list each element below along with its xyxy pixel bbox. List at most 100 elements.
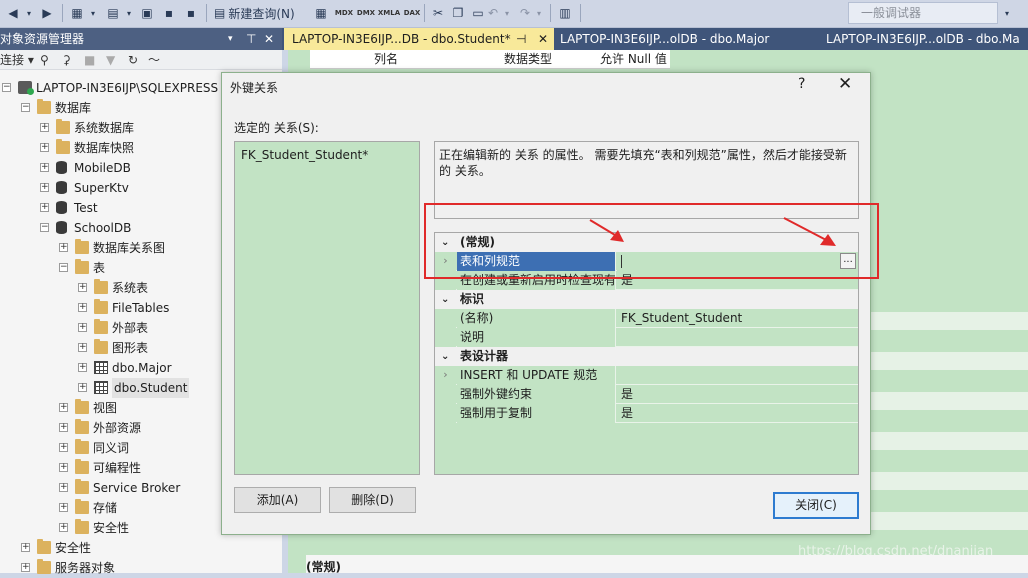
connect-icon[interactable]: ⚲ — [40, 50, 49, 70]
db-query-icon[interactable]: ▦ — [310, 2, 332, 24]
column-header-row: 列名 数据类型 允许 Null 值 — [310, 50, 670, 69]
property-description[interactable]: 说明 — [435, 328, 858, 347]
database-icon — [56, 161, 67, 174]
save-all-icon[interactable]: ▪ — [182, 2, 200, 24]
add-item-icon[interactable]: ▤ — [104, 2, 122, 24]
debugger-combo[interactable]: 一般调试器 — [848, 2, 998, 24]
expand-toggle-icon[interactable]: + — [40, 183, 49, 192]
new-query-button[interactable]: ▤ 新建查询(N) — [214, 2, 304, 24]
relationships-list[interactable]: FK_Student_Student* — [234, 141, 420, 475]
selected-relationships-label: 选定的 关系(S): — [234, 121, 319, 135]
back-icon[interactable]: ◀ — [4, 2, 22, 24]
add-button[interactable]: 添加(A) — [234, 487, 321, 513]
tab-pin-icon[interactable]: ⊣ — [516, 28, 526, 50]
database-icon — [56, 181, 67, 194]
folder-icon — [75, 459, 89, 474]
forward-icon[interactable]: ▶ — [38, 2, 56, 24]
expand-toggle-icon[interactable]: + — [78, 283, 87, 292]
undo-dropdown-icon[interactable]: ▾ — [502, 2, 512, 24]
copy-icon[interactable]: ❐ — [450, 2, 466, 24]
new-project-dropdown-icon[interactable]: ▾ — [88, 2, 98, 24]
expand-toggle-icon[interactable]: + — [40, 163, 49, 172]
activity-monitor-icon[interactable]: ▥ — [556, 2, 574, 24]
property-name[interactable]: (名称) FK_Student_Student — [435, 309, 858, 328]
redo-dropdown-icon[interactable]: ▾ — [534, 2, 544, 24]
tree-item-label: 数据库关系图 — [93, 241, 166, 255]
expand-toggle-icon[interactable]: + — [59, 403, 68, 412]
tree-item-label: 外部表 — [112, 321, 149, 335]
expand-toggle-icon[interactable]: + — [78, 303, 87, 312]
dmx-query-button[interactable]: DMX — [356, 2, 376, 24]
collapse-toggle-icon[interactable]: − — [40, 223, 49, 232]
folder-icon — [94, 299, 108, 314]
tree-item-label: FileTables — [112, 301, 170, 315]
property-enforce-constraint[interactable]: 强制外键约束 是 — [435, 385, 858, 404]
tab-dbo-major-2[interactable]: LAPTOP-IN3E6IJP...olDB - dbo.Ma — [818, 28, 1028, 50]
close-button[interactable]: 关闭(C) — [773, 492, 859, 519]
expand-toggle-icon[interactable]: + — [21, 563, 30, 572]
collapse-icon[interactable]: ⌄ — [441, 290, 449, 309]
undo-icon[interactable]: ↶ — [484, 2, 502, 24]
folder-icon — [75, 239, 89, 254]
pin-icon[interactable]: ⊤ — [246, 28, 256, 50]
expand-toggle-icon[interactable]: + — [78, 383, 87, 392]
tree-item-label: dbo.Major — [112, 361, 172, 375]
save-icon[interactable]: ▪ — [160, 2, 178, 24]
activity-icon[interactable]: 〜 — [148, 50, 160, 70]
folder-icon — [56, 119, 70, 134]
category-table-designer[interactable]: ⌄ 表设计器 — [435, 347, 858, 366]
debugger-dropdown-icon[interactable]: ▾ — [1000, 2, 1014, 24]
expand-toggle-icon[interactable]: + — [59, 483, 68, 492]
add-item-dropdown-icon[interactable]: ▾ — [124, 2, 134, 24]
folder-icon — [56, 139, 70, 154]
redo-icon[interactable]: ↷ — [516, 2, 534, 24]
property-insert-update[interactable]: › INSERT 和 UPDATE 规范 — [435, 366, 858, 385]
expand-toggle-icon[interactable]: + — [59, 423, 68, 432]
tab-dbo-major[interactable]: LAPTOP-IN3E6IJP...olDB - dbo.Major — [552, 28, 814, 50]
cut-icon[interactable]: ✂ — [430, 2, 446, 24]
expand-toggle-icon[interactable]: + — [59, 463, 68, 472]
expand-toggle-icon[interactable]: + — [40, 143, 49, 152]
category-identity[interactable]: ⌄ 标识 — [435, 290, 858, 309]
connect-button[interactable]: 连接 ▾ — [0, 50, 34, 70]
expand-toggle-icon[interactable]: + — [78, 323, 87, 332]
dialog-close-icon[interactable]: ✕ — [838, 74, 852, 94]
document-tabstrip: LAPTOP-IN3E6IJP...DB - dbo.Student* ⊣ ✕ … — [282, 28, 1028, 50]
help-icon[interactable]: ? — [798, 76, 805, 92]
new-project-icon[interactable]: ▦ — [68, 2, 86, 24]
tab-close-icon[interactable]: ✕ — [538, 28, 548, 50]
object-explorer-toolbar: 连接 ▾ ⚲ ⚳ ■ ▼ ↻ 〜 — [0, 50, 282, 70]
expand-toggle-icon[interactable]: + — [40, 123, 49, 132]
annotation-arrows — [589, 217, 836, 246]
close-panel-icon[interactable]: ✕ — [264, 28, 274, 50]
mdx-query-button[interactable]: MDX — [334, 2, 354, 24]
expand-toggle-icon[interactable]: + — [59, 243, 68, 252]
dax-query-button[interactable]: DAX — [402, 2, 422, 24]
relationship-item[interactable]: FK_Student_Student* — [241, 148, 368, 162]
open-file-icon[interactable]: ▣ — [138, 2, 156, 24]
expand-toggle-icon[interactable]: + — [21, 543, 30, 552]
stop-icon[interactable]: ■ — [84, 50, 95, 70]
expand-toggle-icon[interactable]: + — [40, 203, 49, 212]
column-header-name: 列名 — [374, 52, 399, 66]
expand-toggle-icon[interactable]: + — [78, 363, 87, 372]
expand-icon[interactable]: › — [435, 366, 456, 385]
expand-toggle-icon[interactable]: + — [78, 343, 87, 352]
expand-toggle-icon[interactable]: + — [59, 523, 68, 532]
delete-button[interactable]: 删除(D) — [329, 487, 416, 513]
collapse-toggle-icon[interactable]: − — [59, 263, 68, 272]
expand-toggle-icon[interactable]: + — [59, 443, 68, 452]
collapse-toggle-icon[interactable]: − — [2, 83, 11, 92]
collapse-toggle-icon[interactable]: − — [21, 103, 30, 112]
back-dropdown-icon[interactable]: ▾ — [24, 2, 34, 24]
filter-icon[interactable]: ▼ — [106, 50, 115, 70]
tree-item-label: 存储 — [93, 501, 118, 515]
disconnect-icon[interactable]: ⚳ — [62, 50, 71, 70]
collapse-icon[interactable]: ⌄ — [441, 347, 449, 366]
property-enforce-replication[interactable]: 强制用于复制 是 — [435, 404, 858, 423]
refresh-icon[interactable]: ↻ — [128, 50, 138, 70]
xmla-query-button[interactable]: XMLA — [378, 2, 400, 24]
panel-menu-icon[interactable]: ▾ — [228, 28, 233, 50]
tab-dbo-student[interactable]: LAPTOP-IN3E6IJP...DB - dbo.Student* ⊣ ✕ — [284, 28, 554, 50]
expand-toggle-icon[interactable]: + — [59, 503, 68, 512]
